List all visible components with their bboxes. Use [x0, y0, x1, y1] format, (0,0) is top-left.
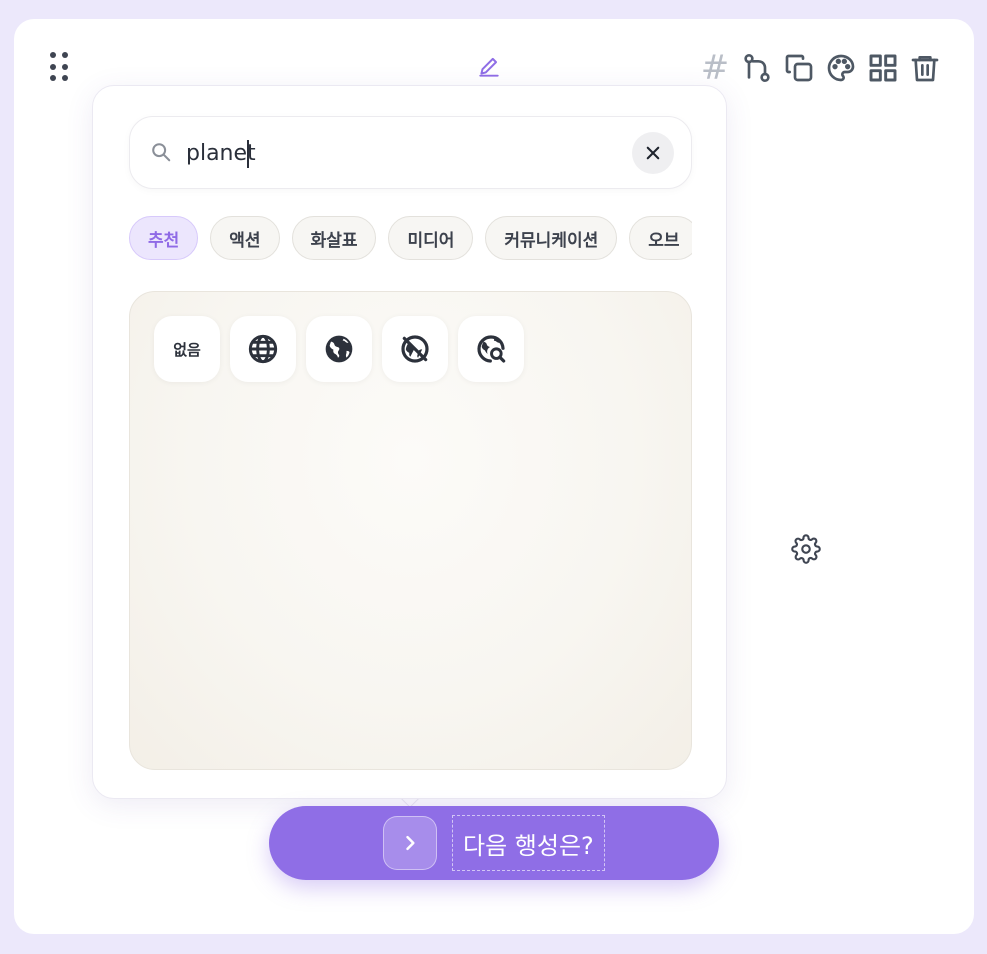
search-input[interactable]: [186, 135, 606, 171]
palette-icon: [827, 54, 855, 82]
text-caret: [247, 140, 249, 168]
icon-option-public[interactable]: [306, 316, 372, 382]
no-icon-option[interactable]: 없음: [154, 316, 220, 382]
layout-button[interactable]: [862, 48, 904, 88]
search-box: [129, 116, 692, 189]
icon-option-globe-off[interactable]: [382, 316, 448, 382]
category-tabs: 추천 액션 화살표 미디어 커뮤니케이션 오브: [129, 216, 692, 262]
globe-icon: [248, 334, 278, 364]
clear-search-button[interactable]: [632, 132, 674, 174]
copy-button[interactable]: [778, 48, 820, 88]
settings-button[interactable]: [791, 534, 821, 568]
globe-off-icon: [401, 335, 429, 363]
copy-icon: [785, 54, 813, 82]
git-branch-icon: [744, 54, 770, 82]
public-globe-icon: [325, 335, 353, 363]
block-toolbar: #: [694, 48, 946, 88]
tab-communication[interactable]: 커뮤니케이션: [485, 216, 618, 260]
gear-icon: [791, 534, 821, 564]
prompt-text-field[interactable]: 다음 행성은?: [452, 815, 605, 871]
next-action-bar: 다음 행성은?: [269, 806, 719, 880]
trash-icon: [911, 56, 939, 82]
git-branch-button[interactable]: [736, 48, 778, 88]
tab-arrows[interactable]: 화살표: [291, 216, 377, 260]
globe-search-icon: [477, 335, 506, 363]
icon-picker-popover: 추천 액션 화살표 미디어 커뮤니케이션 오브 없음: [92, 85, 727, 799]
hash-icon: #: [700, 48, 730, 88]
chevron-right-icon: [406, 835, 415, 851]
delete-button[interactable]: [904, 48, 946, 88]
tab-action[interactable]: 액션: [210, 216, 280, 260]
next-button[interactable]: [383, 816, 437, 870]
icon-results: 없음: [154, 316, 524, 382]
icon-option-globe-search[interactable]: [458, 316, 524, 382]
close-icon: [646, 146, 660, 160]
icon-results-panel: 없음: [129, 291, 692, 770]
drag-handle-icon[interactable]: [50, 52, 74, 82]
search-icon: [152, 143, 171, 162]
hash-button[interactable]: #: [694, 48, 736, 88]
icon-option-globe[interactable]: [230, 316, 296, 382]
tab-object[interactable]: 오브: [629, 216, 692, 260]
tab-media[interactable]: 미디어: [388, 216, 474, 260]
palette-button[interactable]: [820, 48, 862, 88]
grid-icon: [869, 54, 897, 82]
tab-recommended[interactable]: 추천: [129, 216, 199, 260]
edit-icon[interactable]: [476, 54, 502, 84]
